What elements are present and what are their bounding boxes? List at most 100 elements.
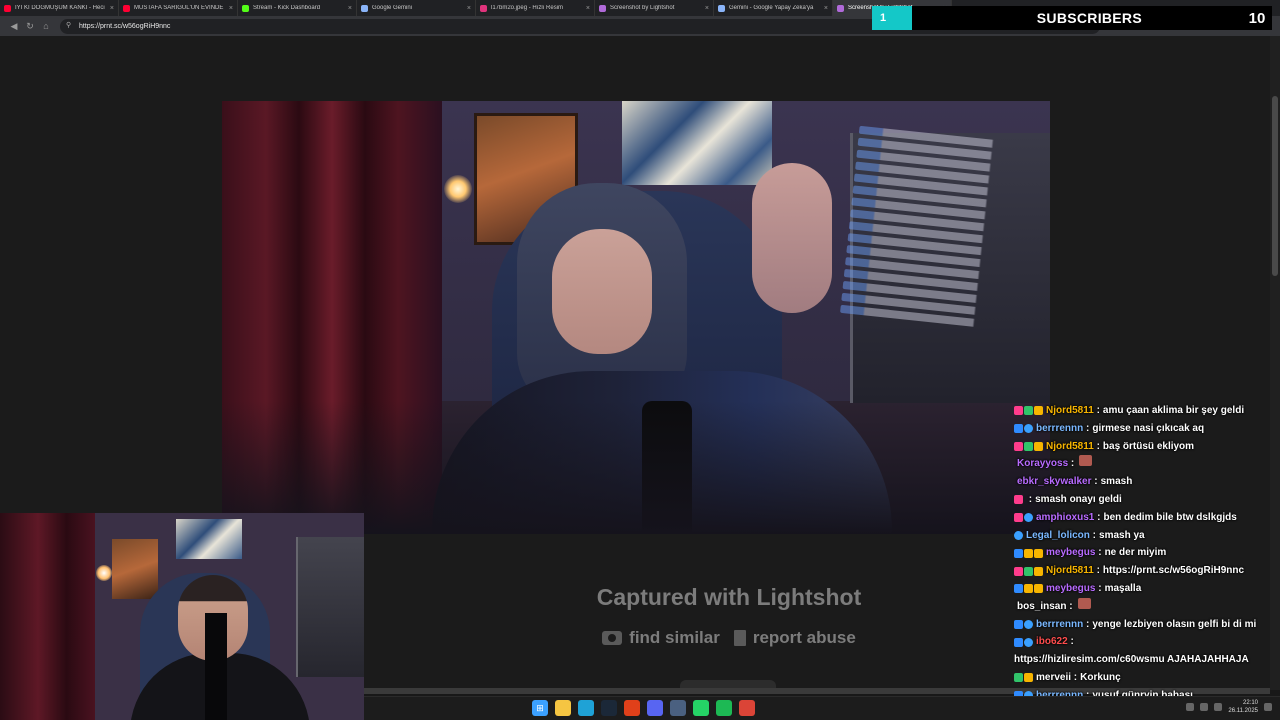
windows-start-icon[interactable]: ⊞ xyxy=(532,700,548,716)
file-explorer-icon[interactable] xyxy=(555,700,571,716)
chat-emote-icon xyxy=(1079,455,1093,467)
whatsapp-icon[interactable] xyxy=(693,700,709,716)
chat-badge-icon xyxy=(1024,566,1033,576)
webcam-overlay xyxy=(0,513,364,720)
page-scrollbar[interactable] xyxy=(1270,36,1280,690)
chat-emote-icon xyxy=(1077,597,1091,609)
back-button-icon[interactable]: ◀ xyxy=(6,18,22,34)
chat-text: baş örtüsü ekliyom xyxy=(1102,440,1195,452)
chat-message-content: Njord5811 : amu çaan aklima bir şey geldi xyxy=(1014,402,1244,420)
edge-browser-icon[interactable] xyxy=(578,700,594,716)
chat-text: maşalla xyxy=(1104,582,1142,594)
browser-tab[interactable]: MUSTAFA SARIGÜL'ÜN EVİNDE × xyxy=(119,0,238,16)
chat-badge-icon xyxy=(1034,566,1043,576)
chat-text: girmese nasi çıkıcak aq xyxy=(1092,422,1205,434)
scrollbar-thumb[interactable] xyxy=(1272,96,1278,276)
chat-message-content: Korayyoss : xyxy=(1014,455,1093,473)
chat-badge-icon xyxy=(1024,424,1033,434)
browser-tab[interactable]: Screenshot by Lightshot × xyxy=(595,0,714,16)
chat-username[interactable]: berrrennn xyxy=(1036,420,1083,438)
gemini-icon xyxy=(718,4,725,12)
reload-icon[interactable]: ↻ xyxy=(22,18,38,34)
webcam-lamp xyxy=(96,565,112,581)
chat-text: ben dedim bile btw dslkgjds xyxy=(1103,511,1237,523)
chat-text: Korkunç xyxy=(1080,671,1121,683)
chat-badges xyxy=(1014,616,1033,634)
close-tab-icon[interactable]: × xyxy=(348,5,352,12)
taskbar-apps: ⊞ xyxy=(532,700,755,716)
chat-username[interactable]: bos_insan xyxy=(1017,598,1066,616)
chat-username[interactable]: Legal_lolicon xyxy=(1026,527,1090,545)
subscribers-goal-widget: 1 SUBSCRIBERS 10 xyxy=(872,6,1272,30)
chat-username[interactable]: meybegus xyxy=(1046,544,1095,562)
network-icon[interactable] xyxy=(1200,703,1209,711)
chat-username[interactable]: Njord5811 xyxy=(1046,438,1094,456)
chat-badge-icon xyxy=(1024,406,1033,416)
chat-text: https://hizliresim.com/c60wsmu AJAHAJAHH… xyxy=(1014,654,1249,666)
scene-wave-poster xyxy=(622,101,772,185)
chat-message-content: Njord5811 : baş örtüsü ekliyom xyxy=(1014,438,1194,456)
volume-icon[interactable] xyxy=(1214,703,1223,711)
browser-tab[interactable]: Google Gemini × xyxy=(357,0,476,16)
report-abuse-link[interactable]: report abuse xyxy=(733,628,856,648)
close-tab-icon[interactable]: × xyxy=(824,5,828,12)
chat-username[interactable]: ibo622 xyxy=(1036,633,1068,651)
chat-message-content: berrrennn : yenge lezbiyen olasın gelfi b… xyxy=(1014,616,1256,634)
chat-badges xyxy=(1014,491,1023,509)
taskbar-clock[interactable]: 22:10 26.11.2025 xyxy=(1228,699,1258,715)
show-hidden-icons-icon[interactable] xyxy=(1186,703,1195,711)
chat-separator: : xyxy=(1093,405,1100,416)
chrome-icon[interactable] xyxy=(739,700,755,716)
browser-tab[interactable]: l17bm2o.jpeg - Hızlı Resim × xyxy=(476,0,595,16)
close-tab-icon[interactable]: × xyxy=(705,5,709,12)
chat-separator: : xyxy=(1071,671,1078,683)
chat-message-content: Legal_lolicon : smash ya xyxy=(1014,527,1145,545)
steam-icon[interactable] xyxy=(601,700,617,716)
close-tab-icon[interactable]: × xyxy=(110,5,114,12)
chat-badge-icon xyxy=(1024,441,1033,451)
chat-username[interactable]: ebkr_skywalker xyxy=(1017,473,1092,491)
chat-separator: : xyxy=(1067,636,1074,648)
settings-icon[interactable] xyxy=(670,700,686,716)
chat-message-content: ibo622 : https://hizliresim.com/c60wsmu A… xyxy=(1014,633,1254,669)
notifications-icon[interactable] xyxy=(1264,703,1272,711)
screenshot-image[interactable] xyxy=(222,101,1050,534)
browser-tab-label: MUSTAFA SARIGÜL'ÜN EVİNDE xyxy=(134,5,224,11)
close-tab-icon[interactable]: × xyxy=(229,5,233,12)
chat-message: bos_insan : xyxy=(1014,597,1270,616)
lightshot-caption: Captured with Lightshot find similar rep… xyxy=(364,534,1094,690)
browser-tab-label: l17bm2o.jpeg - Hızlı Resim xyxy=(491,5,564,11)
chat-badge-icon xyxy=(1014,441,1023,451)
chat-username[interactable]: Njord5811 xyxy=(1046,402,1094,420)
close-tab-icon[interactable]: × xyxy=(467,5,471,12)
chat-username[interactable]: berrrennn xyxy=(1036,616,1083,634)
chat-badges xyxy=(1014,669,1033,687)
browser-tab[interactable]: Gemini - Google Yapay Zeka'ya × xyxy=(714,0,833,16)
camera-icon xyxy=(602,631,623,645)
chat-badges xyxy=(1014,509,1033,527)
chat-username[interactable]: merveii xyxy=(1036,669,1071,687)
site-info-icon[interactable]: ⚲ xyxy=(66,22,74,30)
close-tab-icon[interactable]: × xyxy=(586,5,590,12)
obs-icon[interactable] xyxy=(624,700,640,716)
chat-message-content: bos_insan : xyxy=(1014,597,1091,616)
chat-message-content: : smash onayı geldi xyxy=(1014,491,1122,509)
captured-with-lightshot-text[interactable]: Captured with Lightshot xyxy=(364,584,1094,611)
spotify-icon[interactable] xyxy=(716,700,732,716)
chat-badge-icon xyxy=(1014,619,1023,629)
webcam-microphone xyxy=(205,613,227,720)
find-similar-link[interactable]: find similar xyxy=(602,628,720,648)
scene-face xyxy=(552,229,652,354)
chat-username[interactable]: amphioxus1 xyxy=(1036,509,1094,527)
chat-badges xyxy=(1014,527,1023,545)
browser-tab-label: Gemini - Google Yapay Zeka'ya xyxy=(729,5,814,11)
browser-tab[interactable]: İYİ Kİ DOĞMUŞUM KANKİ - Heci × xyxy=(0,0,119,16)
discord-icon[interactable] xyxy=(647,700,663,716)
home-icon[interactable]: ⌂ xyxy=(38,18,54,34)
chat-message: : smash onayı geldi xyxy=(1014,491,1270,509)
chat-separator: : xyxy=(1083,422,1090,434)
chat-username[interactable]: meybegus xyxy=(1046,580,1095,598)
chat-username[interactable]: Korayyoss xyxy=(1017,455,1068,473)
browser-tab[interactable]: Stream - Kick Dashboard × xyxy=(238,0,357,16)
chat-username[interactable]: Njord5811 xyxy=(1046,562,1094,580)
